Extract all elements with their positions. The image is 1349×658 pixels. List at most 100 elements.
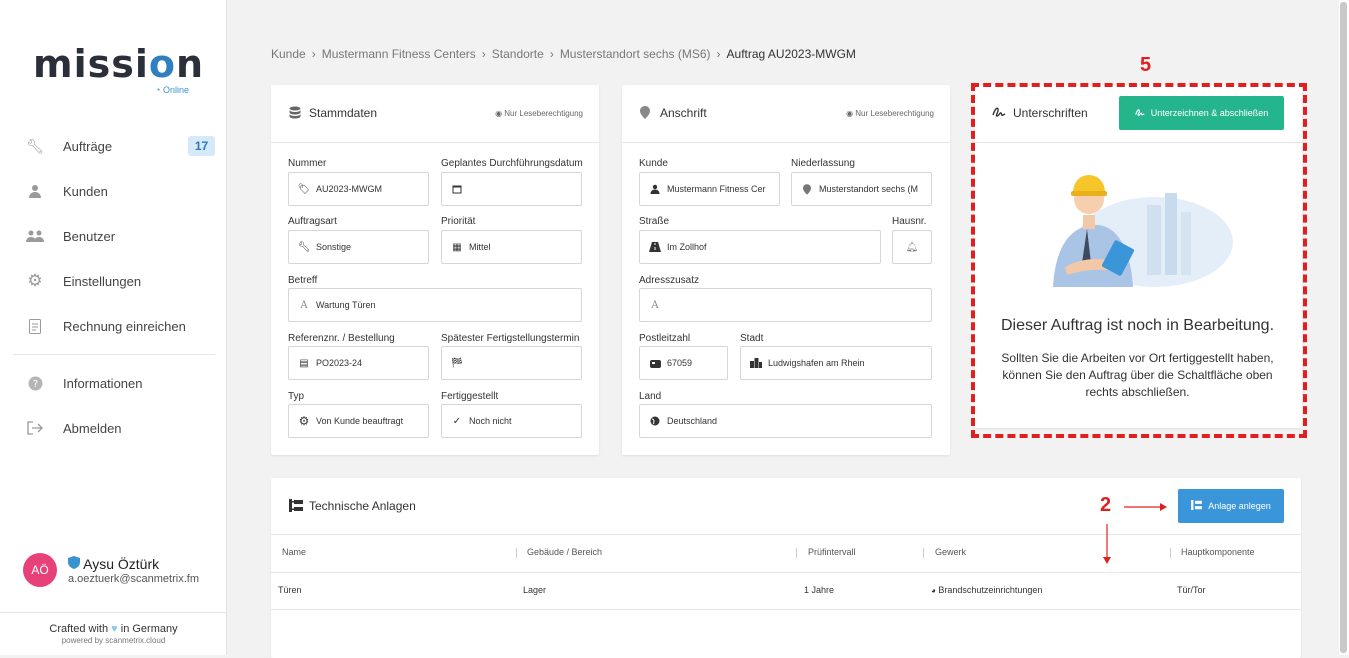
typ-field[interactable]: ⚙ Von Kunde beauftragt (288, 404, 429, 438)
label-niederlassung: Niederlassung (791, 158, 855, 169)
fertiggestellt-field[interactable]: ✓ Noch nicht (441, 404, 582, 438)
gear-icon: ⚙ (298, 414, 310, 428)
column-separator (1170, 548, 1171, 558)
text-icon: A (300, 299, 308, 311)
label-betreff: Betreff (288, 275, 318, 286)
shield-icon (68, 556, 83, 572)
cell-haupt: Tür/Tor (1177, 585, 1206, 595)
stadt-field[interactable]: Ludwigshafen am Rhein (740, 346, 932, 380)
label-prioritaet: Priorität (441, 216, 476, 227)
niederlassung-field[interactable]: Musterstandort sechs (M (791, 172, 932, 206)
card-header: Anschrift ◉ Nur Leseberechtigung (622, 85, 950, 143)
footer-crafted: Crafted with ♥ in Germany powered by sca… (0, 612, 227, 645)
label-kunde: Kunde (639, 158, 668, 169)
column-header[interactable]: Name (282, 547, 306, 557)
road-icon (649, 241, 661, 253)
datum-field[interactable] (441, 172, 582, 206)
breadcrumb-kunde[interactable]: Kunde (271, 47, 306, 61)
hausnr-field[interactable]: 🔔︎ (892, 230, 932, 264)
breadcrumb-customer[interactable]: Mustermann Fitness Centers (322, 47, 476, 61)
scrollbar[interactable] (1339, 0, 1349, 655)
label-auftragsart: Auftragsart (288, 216, 337, 227)
column-separator (516, 548, 517, 558)
readonly-hint: ◉ Nur Leseberechtigung (495, 109, 583, 118)
scrollbar-thumb[interactable] (1340, 2, 1347, 653)
user-name: Aysu Öztürk (68, 556, 159, 572)
card-title: Anschrift (660, 106, 707, 120)
cell-gewerk: ◕ Brandschutzeinrichtungen (931, 585, 1043, 595)
column-header[interactable]: Hauptkomponente (1181, 547, 1255, 557)
referenz-field[interactable]: ▤ PO2023-24 (288, 346, 429, 380)
label-hausnr: Hausnr. (892, 216, 927, 227)
auftragsart-field[interactable]: 🔧︎ Sonstige (288, 230, 429, 264)
label-stadt: Stadt (740, 333, 764, 344)
powered-by: powered by scanmetrix.cloud (61, 636, 166, 645)
text-icon: A (651, 299, 659, 311)
logo: mission (33, 42, 205, 86)
nummer-field[interactable]: 🏷︎ AU2023-MWGM (288, 172, 429, 206)
strasse-field[interactable]: Im Zollhof (639, 230, 881, 264)
breadcrumb-location[interactable]: Musterstandort sechs (MS6) (560, 47, 711, 61)
adresszusatz-field[interactable]: A (639, 288, 932, 322)
logout-icon (26, 419, 44, 437)
nav-item-informationen[interactable]: ? Informationen (0, 365, 227, 401)
tree-icon (1191, 500, 1203, 512)
label-plz: Postleitzahl (639, 333, 691, 344)
divider (271, 609, 1301, 610)
wrench-icon: 🔧︎ (26, 137, 44, 154)
cell-intervall: 1 Jahre (804, 585, 835, 595)
label-referenz: Referenznr. / Bestellung (288, 333, 395, 344)
document-icon: ▤ (299, 357, 309, 369)
map-pin-icon (801, 183, 813, 195)
column-separator (923, 548, 924, 558)
readonly-hint: ◉ Nur Leseberechtigung (846, 109, 934, 118)
globe-icon (649, 415, 661, 427)
svg-text:?: ? (32, 379, 37, 390)
mailbox-icon (649, 357, 661, 369)
label-fertiggestellt: Fertiggestellt (441, 391, 499, 402)
nav-item-kunden[interactable]: Kunden (0, 173, 227, 209)
map-pin-icon (640, 106, 654, 120)
nav-item-abmelden[interactable]: Abmelden (0, 410, 227, 446)
city-icon (750, 357, 762, 369)
label-strasse: Straße (639, 216, 670, 227)
avatar[interactable]: AÖ (23, 553, 57, 587)
add-anlage-button[interactable]: Anlage anlegen (1178, 489, 1284, 523)
nav-item-einstellungen[interactable]: ⚙ Einstellungen (0, 263, 227, 299)
column-header[interactable]: Gebäude / Bereich (527, 547, 602, 557)
card-header: Stammdaten ◉ Nur Leseberechtigung (271, 85, 599, 143)
nav-item-auftraege[interactable]: 🔧︎ Aufträge 17 (0, 128, 227, 164)
nav-item-rechnung[interactable]: Rechnung einreichen (0, 308, 227, 344)
person-icon (649, 183, 661, 195)
label-land: Land (639, 391, 662, 402)
tree-icon (289, 499, 303, 513)
fertigstellung-field[interactable]: 🏁︎ (441, 346, 582, 380)
kunde-field[interactable]: Mustermann Fitness Cer (639, 172, 780, 206)
column-header[interactable]: Prüfintervall (808, 547, 856, 557)
betreff-field[interactable]: A Wartung Türen (288, 288, 582, 322)
plz-field[interactable]: 67059 (639, 346, 728, 380)
label-fertigstellung: Spätester Fertigstellungstermin (441, 333, 580, 344)
annotation-marker-5: 5 (1140, 54, 1152, 76)
breadcrumb-current: Auftrag AU2023-MWGM (726, 47, 856, 61)
person-icon (26, 182, 44, 200)
column-header[interactable]: Gewerk (935, 547, 966, 557)
heart-icon: ♥ (111, 623, 118, 635)
fire-extinguisher-icon: ◕ (931, 586, 936, 595)
users-icon (26, 227, 44, 245)
anschrift-card: Anschrift ◉ Nur Leseberechtigung (622, 85, 950, 455)
question-icon: ? (26, 374, 44, 392)
breadcrumb-standorte[interactable]: Standorte (492, 47, 544, 61)
stammdaten-card: Stammdaten ◉ Nur Leseberechtigung (271, 85, 599, 455)
bell-icon: 🔔︎ (905, 241, 919, 253)
wifi-icon: ◔ (155, 85, 161, 95)
database-icon (289, 106, 303, 120)
nav-item-benutzer[interactable]: Benutzer (0, 218, 227, 254)
divider (271, 572, 1301, 573)
land-field[interactable]: Deutschland (639, 404, 932, 438)
check-icon: ✓ (452, 415, 462, 427)
user-email: a.oeztuerk@scanmetrix.fm (68, 573, 199, 585)
online-status: ◔ Online (155, 85, 189, 95)
prioritaet-field[interactable]: ▦ Mittel (441, 230, 582, 264)
cell-name: Türen (278, 585, 302, 595)
